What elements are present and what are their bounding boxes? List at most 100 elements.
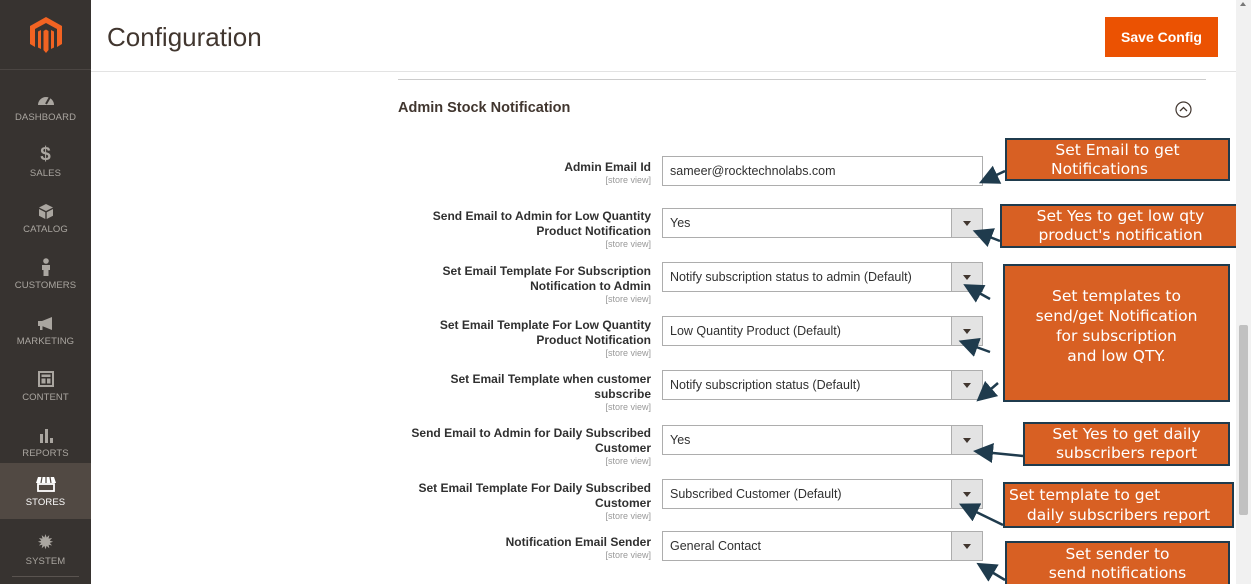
arrow-daily-template — [959, 503, 1004, 527]
save-config-button[interactable]: Save Config — [1105, 17, 1218, 57]
field-label: Send Email to Admin for Low Quantity — [432, 209, 651, 223]
sidebar-item-label: MARKETING — [16, 336, 75, 347]
callout-line: for subscription — [1056, 327, 1177, 345]
section-divider — [398, 79, 1206, 80]
scroll-up-icon[interactable] — [1240, 2, 1246, 6]
sidebar-divider — [12, 576, 79, 577]
callout-line: product's notification — [1038, 226, 1203, 244]
sidebar-item-customers[interactable]: CUSTOMERS — [0, 246, 91, 302]
subscription-template-label: Set Email Template For Subscription Noti… — [391, 264, 651, 305]
sidebar-item-label: CUSTOMERS — [14, 280, 77, 291]
bar-chart-icon — [38, 425, 54, 445]
daily-subscribed-label: Send Email to Admin for Daily Subscribed… — [391, 426, 651, 467]
field-label: Set Email Template For Daily Subscribed — [418, 481, 651, 495]
callout-line: Set Yes to get daily — [1052, 425, 1201, 443]
scrollbar-thumb[interactable] — [1239, 325, 1248, 515]
field-label: Customer — [594, 441, 651, 455]
arrow-customer-template — [976, 380, 999, 402]
chevron-down-icon[interactable] — [951, 317, 982, 345]
sidebar-item-stores[interactable]: STORES — [0, 463, 91, 519]
email-sender-select[interactable]: General Contact — [662, 531, 983, 561]
admin-email-label: Admin Email Id [store view] — [391, 160, 651, 186]
chevron-down-icon[interactable] — [951, 532, 982, 560]
email-sender-label: Notification Email Sender [store view] — [391, 535, 651, 561]
dashboard-icon — [37, 89, 55, 109]
callout-templates: Set templates to send/get Notification f… — [1003, 264, 1230, 402]
sidebar-item-label: CATALOG — [23, 224, 68, 235]
field-label: Customer — [594, 496, 651, 510]
callout-line: Notifications — [1051, 160, 1149, 178]
arrow-sender — [976, 562, 1006, 582]
callout-line: Set Yes to get low qty — [1036, 207, 1205, 225]
callout-line: and low QTY. — [1067, 347, 1166, 365]
arrow-daily — [973, 443, 1024, 463]
chevron-down-icon[interactable] — [951, 426, 982, 454]
arrow-low-qty — [972, 228, 1001, 247]
scope-label: [store view] — [605, 402, 651, 412]
customer-subscribe-template-select[interactable]: Notify subscription status (Default) — [662, 370, 983, 400]
page-title: Configuration — [107, 22, 262, 52]
page-scrollbar[interactable] — [1236, 0, 1251, 584]
field-label: Product Notification — [536, 333, 651, 347]
chevron-down-icon[interactable] — [951, 263, 982, 291]
daily-subscribed-template-label: Set Email Template For Daily Subscribed … — [391, 481, 651, 522]
chevron-down-icon[interactable] — [951, 209, 982, 237]
megaphone-icon — [37, 313, 55, 333]
field-label: Send Email to Admin for Daily Subscribed — [411, 426, 651, 440]
field-label: Notification Email Sender — [505, 535, 651, 549]
select-value: Yes — [670, 216, 691, 230]
sidebar-item-sales[interactable]: $ SALES — [0, 134, 91, 190]
callout-low-qty: Set Yes to get low qty product's notific… — [1000, 204, 1241, 248]
callout-line: subscribers report — [1055, 444, 1198, 462]
layout-icon — [37, 369, 54, 389]
section-title[interactable]: Admin Stock Notification — [398, 100, 570, 116]
callout-daily-template: Set template to get daily subscribers re… — [1003, 482, 1234, 528]
field-label: Notification to Admin — [530, 279, 651, 293]
sidebar-item-label: SYSTEM — [25, 556, 66, 567]
sidebar-item-dashboard[interactable]: DASHBOARD — [0, 78, 91, 134]
select-value: General Contact — [670, 539, 762, 553]
callout-line: Set template to get — [1009, 486, 1161, 504]
admin-email-input[interactable]: sameer@rocktechnolabs.com — [662, 156, 983, 186]
callout-line: Set sender to — [1065, 545, 1170, 563]
callout-line: Set templates to — [1052, 287, 1181, 305]
low-qty-template-select[interactable]: Low Quantity Product (Default) — [662, 316, 983, 346]
sidebar-item-label: STORES — [25, 497, 66, 508]
chevron-down-icon[interactable] — [951, 371, 982, 399]
sidebar-item-label: DASHBOARD — [14, 112, 77, 123]
daily-subscribed-select[interactable]: Yes — [662, 425, 983, 455]
sidebar-item-label: CONTENT — [22, 392, 69, 403]
magento-logo[interactable] — [0, 0, 91, 70]
select-value: Notify subscription status to admin (Def… — [670, 270, 912, 284]
field-label: Admin Email Id — [564, 160, 651, 174]
admin-email-value: sameer@rocktechnolabs.com — [670, 164, 836, 178]
sidebar-item-label: REPORTS — [22, 448, 69, 459]
chevron-down-icon[interactable] — [951, 480, 982, 508]
select-value: Yes — [670, 433, 691, 447]
sidebar-item-reports[interactable]: REPORTS — [0, 414, 91, 470]
arrow-email — [978, 165, 1006, 184]
sidebar-item-catalog[interactable]: CATALOG — [0, 190, 91, 246]
scope-label: [store view] — [605, 175, 651, 185]
subscription-template-select[interactable]: Notify subscription status to admin (Def… — [662, 262, 983, 292]
low-qty-notification-select[interactable]: Yes — [662, 208, 983, 238]
daily-subscribed-template-select[interactable]: Subscribed Customer (Default) — [662, 479, 983, 509]
sidebar-item-marketing[interactable]: MARKETING — [0, 302, 91, 358]
sidebar-item-system[interactable]: ✹ SYSTEM — [0, 522, 91, 578]
select-value: Subscribed Customer (Default) — [670, 487, 842, 501]
field-label: Product Notification — [536, 224, 651, 238]
field-label: Set Email Template For Subscription — [442, 264, 651, 278]
callout-sender: Set sender to send notifications — [1005, 541, 1230, 584]
collapse-section-icon[interactable] — [1175, 101, 1192, 118]
scope-label: [store view] — [605, 294, 651, 304]
sidebar-item-content[interactable]: CONTENT — [0, 358, 91, 414]
scope-label: [store view] — [605, 550, 651, 560]
callout-email: Set Email to get Notifications — [1005, 138, 1230, 181]
header-divider — [91, 71, 1236, 72]
cube-icon — [38, 201, 54, 221]
scope-label: [store view] — [605, 456, 651, 466]
callout-line: send/get Notification — [1035, 307, 1198, 325]
store-icon — [35, 474, 56, 494]
customer-subscribe-template-label: Set Email Template when customer subscri… — [391, 372, 651, 413]
callout-line: daily subscribers report — [1026, 506, 1211, 524]
